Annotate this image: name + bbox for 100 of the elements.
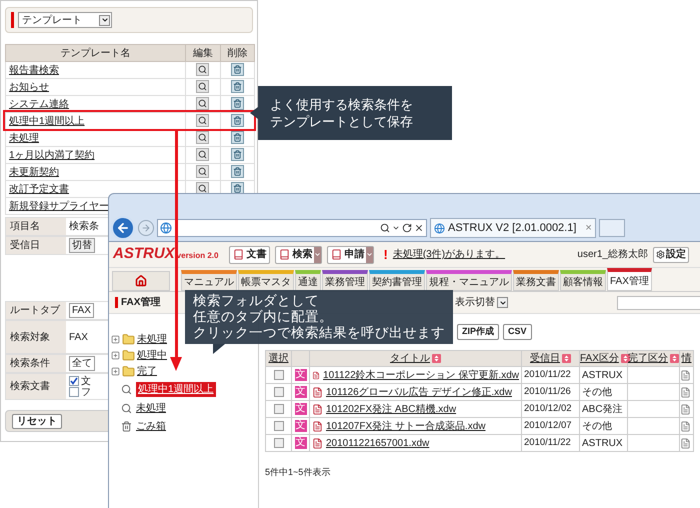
trash-icon[interactable] [230, 131, 244, 144]
view-select[interactable]: 表示切替 [455, 295, 508, 310]
back-button[interactable] [111, 216, 135, 240]
field-label: ルートタブ [6, 302, 66, 319]
toolbar-button[interactable]: 文書 [229, 246, 270, 264]
file-icon [312, 420, 323, 432]
browser-logo-icon [160, 222, 172, 234]
magnifier-icon[interactable] [196, 97, 210, 110]
home-icon [135, 275, 147, 287]
magnifier-icon[interactable] [196, 148, 210, 162]
tab[interactable]: マニュアル [181, 270, 237, 291]
trash-icon[interactable] [230, 148, 244, 162]
tab[interactable]: 通達 [295, 270, 321, 291]
row-checkbox[interactable] [274, 404, 284, 414]
column-header: テンプレート名 [6, 44, 186, 62]
tab[interactable]: 契約書管理 [369, 270, 425, 291]
saved-search-link[interactable]: 未処理 [136, 401, 166, 416]
template-link[interactable]: 未処理 [9, 132, 39, 144]
tab[interactable]: 業務管理 [322, 270, 368, 291]
document-icon[interactable] [680, 420, 691, 432]
document-icon[interactable] [680, 370, 691, 380]
checkbox[interactable] [69, 376, 79, 386]
tab[interactable]: 業務文書 [513, 270, 559, 291]
checkbox-label: フ [81, 386, 91, 398]
document-icon[interactable] [680, 438, 691, 448]
magnifier-icon[interactable] [196, 131, 210, 144]
document-badge: 文 [294, 368, 306, 381]
callout-text: クリック一つで検索結果を呼び出せます [193, 325, 445, 341]
row-checkbox[interactable] [274, 370, 284, 380]
dropdown-field[interactable]: FAX [69, 303, 94, 318]
document-badge: 文 [294, 420, 306, 432]
trash-link[interactable]: ごみ箱 [136, 419, 166, 434]
trash-icon[interactable] [230, 165, 244, 178]
checkbox[interactable] [69, 387, 79, 397]
toggle-button[interactable]: 切替 [69, 238, 95, 253]
action-button[interactable]: ZIP作成 [457, 324, 500, 340]
search-icon [121, 384, 132, 395]
search-field[interactable] [617, 296, 700, 310]
toolbar-button[interactable]: 申請 [327, 246, 374, 264]
forward-arrow-icon [141, 223, 151, 233]
magnifier-icon[interactable] [196, 114, 210, 128]
document-badge: 文 [294, 436, 306, 449]
address-field[interactable] [157, 219, 427, 237]
file-icon [312, 438, 323, 448]
magnifier-icon[interactable] [196, 80, 210, 94]
template-link[interactable]: 未更新契約 [9, 166, 59, 178]
tab[interactable]: FAX管理 [607, 268, 652, 291]
magnifier-icon[interactable] [196, 165, 210, 178]
reset-button[interactable]: リセット [12, 414, 62, 428]
document-icon[interactable] [680, 404, 691, 414]
template-select[interactable]: テンプレート [18, 12, 112, 28]
row-checkbox[interactable] [274, 420, 284, 431]
field-label: 検索文書 [6, 374, 66, 399]
trash-icon[interactable] [230, 97, 244, 110]
close-icon[interactable] [414, 223, 424, 233]
row-checkbox[interactable] [274, 386, 284, 397]
settings-button[interactable]: 設定 [653, 246, 689, 262]
magnifier-icon[interactable] [196, 63, 210, 76]
trash-icon[interactable] [230, 63, 244, 76]
tab[interactable]: 規程・マニュアル [426, 270, 512, 291]
folder-icon [122, 348, 135, 362]
file-icon [312, 404, 323, 414]
saved-search-link[interactable]: 処理中1週間以上 [136, 382, 216, 397]
action-button[interactable]: CSV [503, 324, 532, 340]
template-link[interactable]: お知らせ [9, 82, 49, 92]
accent-mark [115, 297, 118, 308]
refresh-icon[interactable] [402, 223, 412, 233]
caret-icon [497, 297, 508, 308]
document-icon[interactable] [680, 386, 691, 398]
gear-icon [656, 250, 665, 259]
toolbar-button[interactable]: 検索 [275, 246, 322, 264]
column-header[interactable]: タイトル [390, 353, 430, 364]
folder-link[interactable]: 未処理 [137, 332, 167, 346]
trash-icon[interactable] [230, 114, 244, 128]
expand-icon[interactable] [111, 366, 120, 376]
template-link[interactable]: 報告書検索 [9, 64, 59, 76]
file-icon [312, 370, 320, 380]
tab[interactable]: 顧客情報 [560, 270, 606, 291]
browser-tab[interactable]: ASTRUX V2 [2.01.0002.1] × [430, 218, 596, 238]
caret-icon[interactable] [392, 224, 400, 232]
column-header: 編集 [186, 44, 220, 62]
expand-icon[interactable] [111, 350, 120, 360]
dropdown-field[interactable]: 全て [69, 356, 95, 371]
user-name: user1_総務太郎 [577, 248, 648, 262]
alert-link[interactable]: 未処理(3件)があります。 [392, 247, 506, 262]
fax-type-text: ASTRUX [582, 370, 623, 380]
folder-icon [122, 332, 135, 346]
trash-icon[interactable] [230, 80, 244, 94]
search-icon[interactable] [380, 223, 390, 233]
checkbox-label: 文 [81, 376, 91, 386]
expand-icon[interactable] [111, 334, 120, 344]
book-icon [233, 249, 244, 260]
tab[interactable]: 帳票マスタ [238, 270, 294, 291]
row-checkbox[interactable] [274, 438, 284, 448]
home-tab[interactable] [112, 271, 170, 291]
date-text: 2010/12/07 [524, 420, 572, 432]
folder-link[interactable]: 完了 [137, 364, 157, 378]
sort-icon[interactable] [620, 354, 630, 363]
folder-link[interactable]: 処理中 [137, 348, 167, 362]
date-text: 2010/11/22 [524, 369, 571, 380]
